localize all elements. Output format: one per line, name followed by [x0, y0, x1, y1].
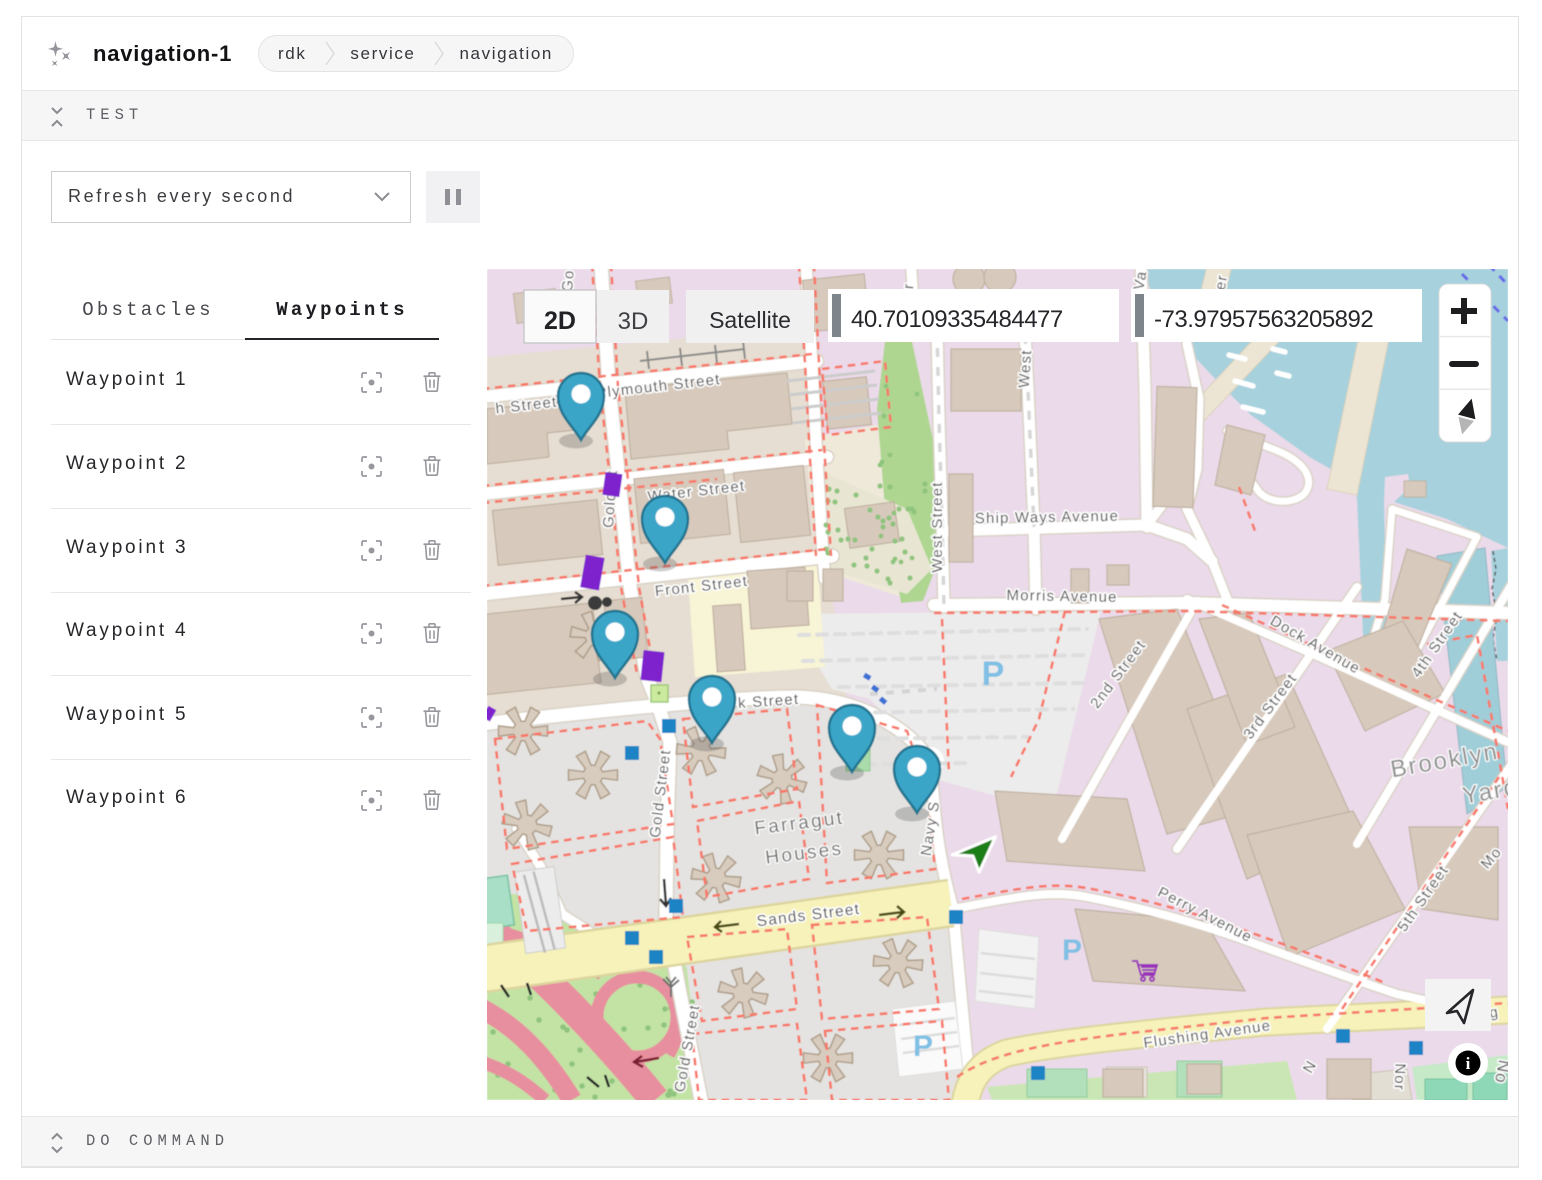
svg-text:Va: Va	[1130, 269, 1150, 291]
svg-text:3D: 3D	[618, 308, 649, 335]
svg-text:West: West	[1016, 349, 1036, 389]
svg-text:-73.97957563205892: -73.97957563205892	[1154, 306, 1373, 333]
svg-text:Ship Ways Avenue: Ship Ways Avenue	[975, 508, 1120, 528]
svg-text:Satellite: Satellite	[709, 307, 791, 333]
svg-text:P: P	[982, 655, 1005, 693]
svg-text:2D: 2D	[544, 307, 576, 335]
svg-text:P: P	[1062, 934, 1082, 967]
svg-text:P: P	[913, 1030, 933, 1063]
svg-text:Go: Go	[559, 269, 578, 293]
svg-text:Morris Avenue: Morris Avenue	[1006, 587, 1117, 606]
svg-text:i: i	[1466, 1054, 1471, 1073]
svg-text:West Street: West Street	[929, 481, 946, 572]
svg-text:Nor: Nor	[1391, 1063, 1409, 1091]
svg-text:40.70109335484477: 40.70109335484477	[851, 306, 1063, 333]
svg-text:er: er	[1212, 273, 1231, 291]
